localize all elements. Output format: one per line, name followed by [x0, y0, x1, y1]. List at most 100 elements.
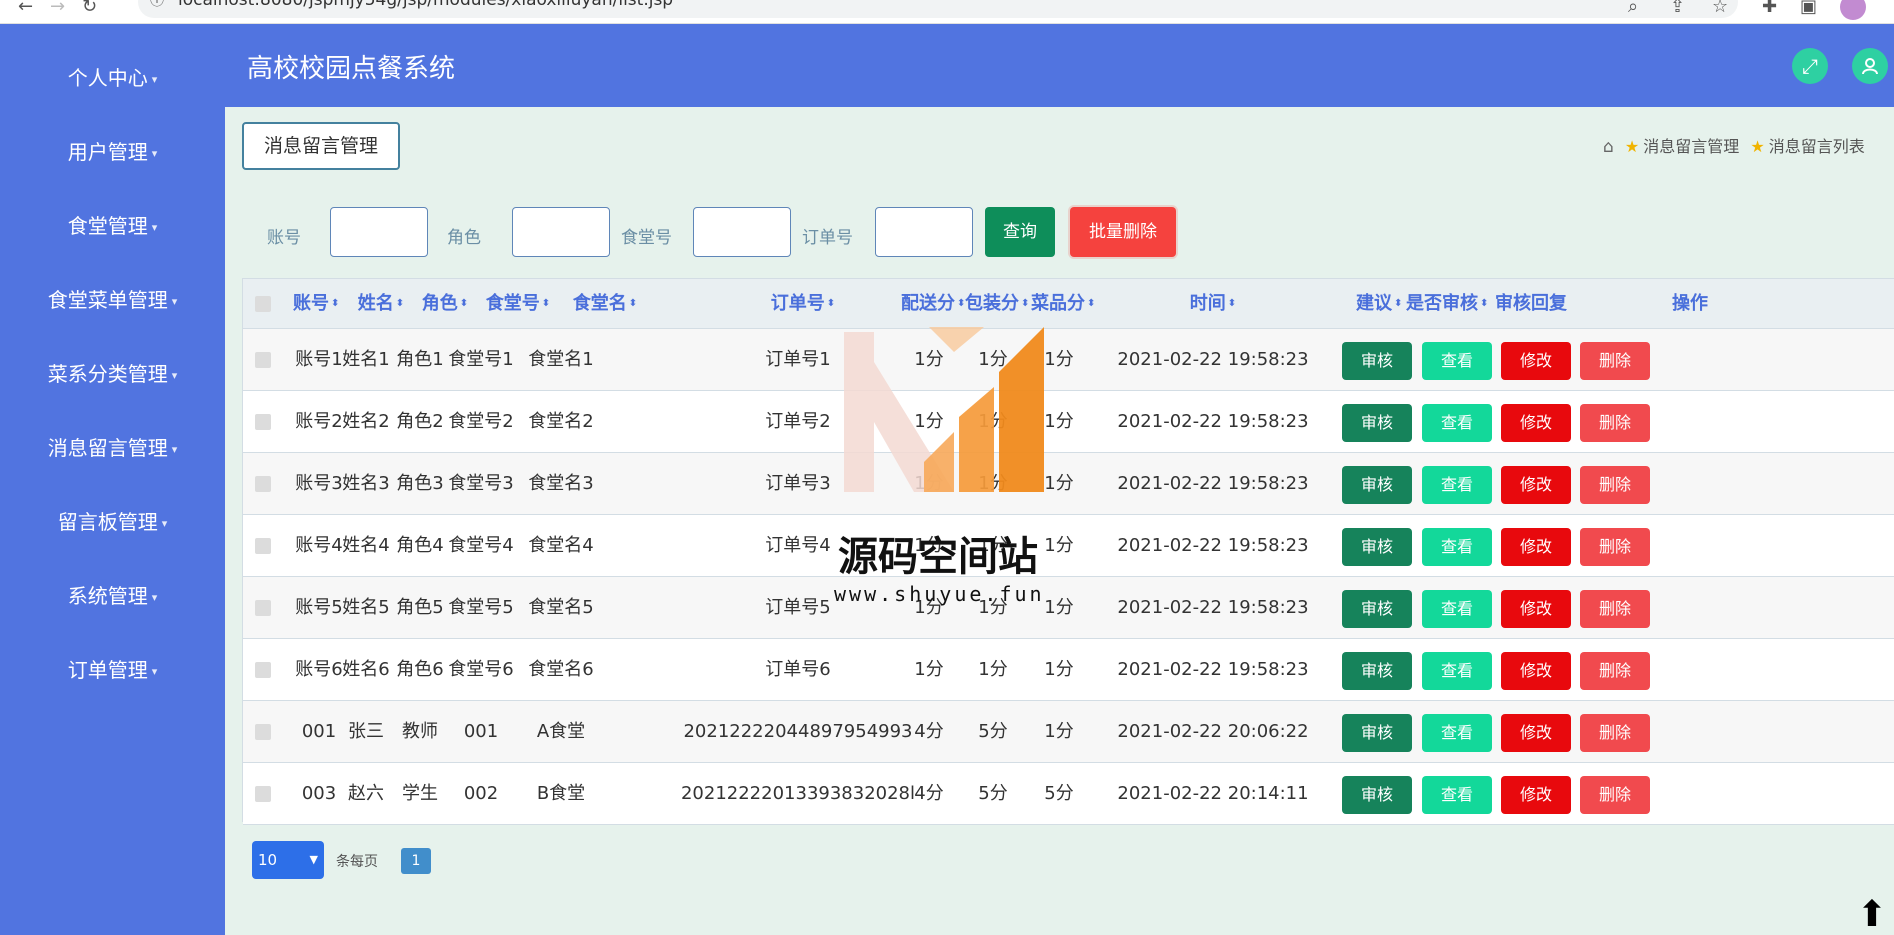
column-header-time[interactable]: 时间 ⬍: [1119, 279, 1307, 329]
cell-time: 2021-02-22 19:58:23: [1117, 411, 1309, 432]
column-header-name[interactable]: 姓名 ⬍: [355, 279, 407, 329]
row-checkbox[interactable]: [255, 352, 271, 368]
sidebar-item-menu-management[interactable]: 食堂菜单管理 ▾: [0, 280, 225, 320]
delete-button[interactable]: 删除: [1580, 528, 1650, 566]
view-button[interactable]: 查看: [1422, 528, 1492, 566]
edit-button[interactable]: 修改: [1501, 590, 1571, 628]
review-button[interactable]: 审核: [1342, 528, 1412, 566]
caret-down-icon: ▾: [171, 442, 178, 456]
edit-button[interactable]: 修改: [1501, 528, 1571, 566]
edit-button[interactable]: 修改: [1501, 776, 1571, 814]
batch-delete-button[interactable]: 批量删除: [1070, 207, 1176, 257]
row-checkbox[interactable]: [255, 414, 271, 430]
sort-icon: ⬍: [541, 298, 551, 309]
cell-time: 2021-02-22 19:58:23: [1117, 597, 1309, 618]
extensions-icon[interactable]: ✚: [1762, 0, 1777, 17]
back-to-top-icon[interactable]: ⬆: [1852, 895, 1892, 935]
review-button[interactable]: 审核: [1342, 590, 1412, 628]
review-button[interactable]: 审核: [1342, 776, 1412, 814]
review-button[interactable]: 审核: [1342, 404, 1412, 442]
sidebar-item-order-management[interactable]: 订单管理 ▾: [0, 650, 225, 690]
cell-name: 姓名1: [342, 349, 390, 370]
section-tag[interactable]: 消息留言管理: [242, 122, 400, 170]
account-label: 账号: [267, 228, 301, 248]
delete-button[interactable]: 删除: [1580, 466, 1650, 504]
column-header-reviewed[interactable]: 是否审核 ⬍: [1406, 279, 1488, 329]
sidebar-item-cuisine-category[interactable]: 菜系分类管理 ▾: [0, 354, 225, 394]
cell-canteen-name: B食堂: [536, 783, 586, 804]
row-checkbox[interactable]: [255, 662, 271, 678]
row-checkbox[interactable]: [255, 724, 271, 740]
delete-button[interactable]: 删除: [1580, 404, 1650, 442]
column-header-label: 包装分: [965, 293, 1019, 314]
sidebar-item-system-management[interactable]: 系统管理 ▾: [0, 576, 225, 616]
view-button[interactable]: 查看: [1422, 714, 1492, 752]
query-button[interactable]: 查询: [985, 207, 1055, 257]
sort-icon: ⬍: [395, 298, 405, 309]
row-checkbox[interactable]: [255, 538, 271, 554]
column-header-order-no[interactable]: 订单号 ⬍: [733, 279, 873, 329]
home-icon[interactable]: ⌂: [1603, 137, 1614, 157]
column-header-canteen-no[interactable]: 食堂号 ⬍: [483, 279, 553, 329]
delete-button[interactable]: 删除: [1580, 776, 1650, 814]
view-button[interactable]: 查看: [1422, 404, 1492, 442]
column-header-dish-score[interactable]: 菜品分 ⬍: [1031, 279, 1095, 329]
sidebar-item-personal-center[interactable]: 个人中心 ▾: [0, 58, 225, 98]
cell-canteen-name: A食堂: [536, 721, 586, 742]
profile-avatar[interactable]: [1840, 0, 1866, 20]
order-no-input[interactable]: [875, 207, 973, 257]
review-button[interactable]: 审核: [1342, 466, 1412, 504]
reload-icon[interactable]: ↻: [82, 0, 97, 17]
page-number[interactable]: 1: [401, 848, 431, 874]
column-header-account[interactable]: 账号 ⬍: [293, 279, 339, 329]
column-header-label: 账号: [293, 293, 329, 314]
breadcrumb-item[interactable]: 消息留言管理: [1643, 137, 1739, 156]
edit-button[interactable]: 修改: [1501, 466, 1571, 504]
account-input[interactable]: [330, 207, 428, 257]
share-icon[interactable]: ⇪: [1670, 0, 1685, 17]
back-arrow-icon[interactable]: ←: [18, 0, 33, 17]
review-button[interactable]: 审核: [1342, 342, 1412, 380]
view-button[interactable]: 查看: [1422, 776, 1492, 814]
row-checkbox[interactable]: [255, 786, 271, 802]
page-size-select[interactable]: 10 ▼: [252, 841, 324, 879]
canteen-no-input[interactable]: [693, 207, 791, 257]
info-icon[interactable]: ⓘ: [150, 0, 164, 10]
sidebar-item-canteen-management[interactable]: 食堂管理 ▾: [0, 206, 225, 246]
address-bar[interactable]: ⓘ localhost:8080/jspmjy54g/jsp/modules/x…: [138, 0, 1738, 18]
column-header-delivery-score[interactable]: 配送分 ⬍: [901, 279, 965, 329]
forward-arrow-icon[interactable]: →: [50, 0, 65, 17]
sidebar-item-user-management[interactable]: 用户管理 ▾: [0, 132, 225, 172]
column-header-canteen-name[interactable]: 食堂名 ⬍: [565, 279, 645, 329]
column-header-suggestion[interactable]: 建议 ⬍: [1356, 279, 1402, 329]
view-button[interactable]: 查看: [1422, 652, 1492, 690]
column-header-packaging-score[interactable]: 包装分 ⬍: [965, 279, 1029, 329]
search-icon[interactable]: ⌕: [1628, 0, 1638, 17]
view-button[interactable]: 查看: [1422, 466, 1492, 504]
edit-button[interactable]: 修改: [1501, 404, 1571, 442]
view-button[interactable]: 查看: [1422, 590, 1492, 628]
user-icon[interactable]: [1852, 48, 1888, 84]
review-button[interactable]: 审核: [1342, 652, 1412, 690]
delete-button[interactable]: 删除: [1580, 652, 1650, 690]
row-checkbox[interactable]: [255, 600, 271, 616]
column-header-role[interactable]: 角色 ⬍: [418, 279, 472, 329]
role-label: 角色: [447, 228, 481, 248]
review-button[interactable]: 审核: [1342, 714, 1412, 752]
sidepanel-icon[interactable]: ▣: [1800, 0, 1817, 17]
bookmark-star-icon[interactable]: ☆: [1712, 0, 1728, 17]
delete-button[interactable]: 删除: [1580, 342, 1650, 380]
edit-button[interactable]: 修改: [1501, 714, 1571, 752]
sidebar-item-message-management[interactable]: 消息留言管理 ▾: [0, 428, 225, 468]
edit-button[interactable]: 修改: [1501, 652, 1571, 690]
select-all-checkbox[interactable]: [255, 296, 271, 312]
sidebar-item-board-management[interactable]: 留言板管理 ▾: [0, 502, 225, 542]
edit-button[interactable]: 修改: [1501, 342, 1571, 380]
breadcrumb: ⌂ ★ 消息留言管理 ★ 消息留言列表: [1603, 133, 1865, 157]
delete-button[interactable]: 删除: [1580, 590, 1650, 628]
row-checkbox[interactable]: [255, 476, 271, 492]
view-button[interactable]: 查看: [1422, 342, 1492, 380]
role-input[interactable]: [512, 207, 610, 257]
delete-button[interactable]: 删除: [1580, 714, 1650, 752]
fullscreen-icon[interactable]: ⤢: [1792, 48, 1828, 84]
